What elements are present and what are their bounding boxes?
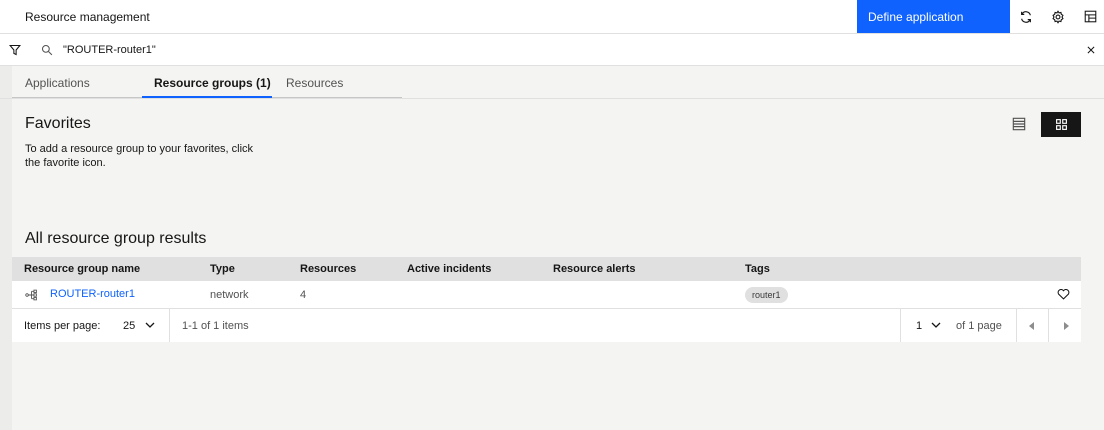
chevron-down-icon[interactable] xyxy=(145,320,155,332)
divider xyxy=(1048,309,1049,342)
filter-icon[interactable] xyxy=(5,41,25,59)
divider xyxy=(169,309,170,342)
favorites-description: To add a resource group to your favorite… xyxy=(25,143,254,169)
type-cell: network xyxy=(210,289,249,301)
list-view-icon[interactable] xyxy=(1003,112,1035,136)
column-header[interactable]: Active incidents xyxy=(407,263,491,275)
divider xyxy=(900,309,901,342)
column-header[interactable]: Resources xyxy=(300,263,356,275)
column-header[interactable]: Type xyxy=(210,263,235,275)
favorites-title: Favorites xyxy=(25,115,91,132)
previous-page-icon[interactable] xyxy=(1029,321,1035,333)
settings-icon[interactable] xyxy=(1042,0,1074,33)
items-range: 1-1 of 1 items xyxy=(182,320,249,332)
table-row: ROUTER-router1 network 4 router1 xyxy=(12,281,1081,309)
results-title: All resource group results xyxy=(25,230,207,247)
resource-group-icon xyxy=(25,289,38,304)
column-header[interactable]: Resource alerts xyxy=(553,263,636,275)
refresh-icon[interactable] xyxy=(1010,0,1042,33)
items-per-page-label: Items per page: xyxy=(24,320,101,332)
items-per-page-select[interactable]: 25 xyxy=(123,320,135,332)
column-header[interactable]: Tags xyxy=(745,263,770,275)
tab-applications[interactable]: Applications xyxy=(25,66,90,99)
page-count: of 1 page xyxy=(956,320,1002,332)
page-title: Resource management xyxy=(25,10,150,24)
resources-cell: 4 xyxy=(300,289,307,301)
search-bar: "ROUTER-router1" xyxy=(0,34,1104,66)
page-select[interactable]: 1 xyxy=(916,320,922,332)
pagination: Items per page: 25 1-1 of 1 items 1 of 1… xyxy=(12,309,1081,342)
tab-bar: Applications Resource groups (1) Resourc… xyxy=(0,66,1104,99)
active-tab-indicator xyxy=(142,96,272,98)
resource-group-link[interactable]: ROUTER-router1 xyxy=(50,288,135,300)
tag-badge[interactable]: router1 xyxy=(745,287,788,303)
define-application-button[interactable]: Define application xyxy=(857,0,1010,33)
dashboard-icon[interactable] xyxy=(1074,0,1104,33)
tab-resources[interactable]: Resources xyxy=(286,66,343,99)
chevron-down-icon[interactable] xyxy=(931,320,941,332)
top-bar: Resource management Define application xyxy=(0,0,1104,34)
close-icon[interactable] xyxy=(1082,42,1100,58)
tab-resource-groups[interactable]: Resource groups (1) xyxy=(154,66,271,99)
search-icon xyxy=(40,42,54,58)
divider xyxy=(1016,309,1017,342)
favorite-icon[interactable] xyxy=(1057,288,1070,303)
table-header: Resource group name Type Resources Activ… xyxy=(12,257,1081,281)
search-input[interactable]: "ROUTER-router1" xyxy=(63,44,156,56)
results-table: Resource group name Type Resources Activ… xyxy=(12,257,1081,342)
column-header[interactable]: Resource group name xyxy=(24,263,140,275)
next-page-icon[interactable] xyxy=(1063,321,1069,333)
grid-view-icon[interactable] xyxy=(1041,112,1081,137)
